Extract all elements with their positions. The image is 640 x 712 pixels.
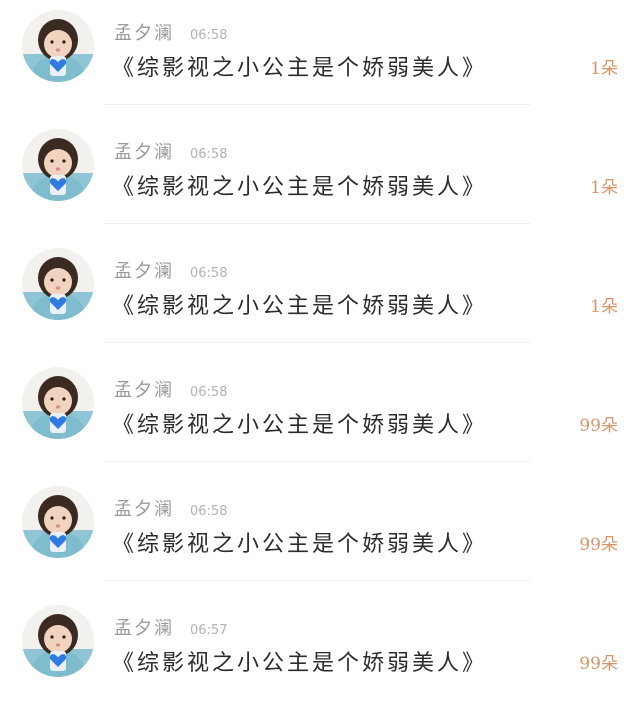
divider: [104, 223, 530, 224]
avatar[interactable]: [22, 248, 94, 320]
message-meta: 孟夕澜 06:58: [114, 257, 228, 283]
sender-name[interactable]: 孟夕澜: [114, 138, 174, 164]
avatar[interactable]: [22, 10, 94, 82]
avatar-girl-holding-heart-icon: [22, 129, 94, 201]
sender-name[interactable]: 孟夕澜: [114, 495, 174, 521]
message-list: 孟夕澜 06:58 《综影视之小公主是个娇弱美人》 1朵 孟夕澜 06:58 《…: [0, 0, 640, 712]
divider: [104, 461, 530, 462]
message-meta: 孟夕澜 06:58: [114, 138, 228, 164]
message-time: 06:58: [190, 28, 228, 43]
gift-count: 99朵: [579, 535, 618, 555]
message-meta: 孟夕澜 06:58: [114, 495, 228, 521]
message-time: 06:58: [190, 147, 228, 162]
message-time: 06:58: [190, 385, 228, 400]
message-row[interactable]: 孟夕澜 06:57 《综影视之小公主是个娇弱美人》 99朵: [0, 595, 640, 712]
avatar[interactable]: [22, 129, 94, 201]
sender-name[interactable]: 孟夕澜: [114, 614, 174, 640]
avatar[interactable]: [22, 605, 94, 677]
gift-count: 99朵: [579, 416, 618, 436]
message-meta: 孟夕澜 06:58: [114, 376, 228, 402]
message-time: 06:58: [190, 266, 228, 281]
message-time: 06:58: [190, 504, 228, 519]
message-row[interactable]: 孟夕澜 06:58 《综影视之小公主是个娇弱美人》 1朵: [0, 119, 640, 238]
gift-count: 1朵: [590, 297, 618, 317]
message-time: 06:57: [190, 623, 228, 638]
avatar-girl-holding-heart-icon: [22, 248, 94, 320]
message-row[interactable]: 孟夕澜 06:58 《综影视之小公主是个娇弱美人》 99朵: [0, 476, 640, 595]
message-text: 《综影视之小公主是个娇弱美人》: [112, 175, 488, 200]
message-row[interactable]: 孟夕澜 06:58 《综影视之小公主是个娇弱美人》 99朵: [0, 357, 640, 476]
sender-name[interactable]: 孟夕澜: [114, 19, 174, 45]
message-row[interactable]: 孟夕澜 06:58 《综影视之小公主是个娇弱美人》 1朵: [0, 0, 640, 119]
message-text: 《综影视之小公主是个娇弱美人》: [112, 413, 488, 438]
gift-count: 99朵: [579, 654, 618, 674]
avatar[interactable]: [22, 486, 94, 558]
divider: [104, 342, 530, 343]
avatar-girl-holding-heart-icon: [22, 486, 94, 558]
divider: [104, 104, 530, 105]
avatar[interactable]: [22, 367, 94, 439]
sender-name[interactable]: 孟夕澜: [114, 257, 174, 283]
avatar-girl-holding-heart-icon: [22, 10, 94, 82]
message-text: 《综影视之小公主是个娇弱美人》: [112, 294, 488, 319]
sender-name[interactable]: 孟夕澜: [114, 376, 174, 402]
divider: [104, 580, 530, 581]
message-meta: 孟夕澜 06:58: [114, 19, 228, 45]
gift-count: 1朵: [590, 59, 618, 79]
avatar-girl-holding-heart-icon: [22, 605, 94, 677]
gift-count: 1朵: [590, 178, 618, 198]
message-text: 《综影视之小公主是个娇弱美人》: [112, 532, 488, 557]
message-text: 《综影视之小公主是个娇弱美人》: [112, 56, 488, 81]
message-meta: 孟夕澜 06:57: [114, 614, 228, 640]
avatar-girl-holding-heart-icon: [22, 367, 94, 439]
message-text: 《综影视之小公主是个娇弱美人》: [112, 651, 488, 676]
message-row[interactable]: 孟夕澜 06:58 《综影视之小公主是个娇弱美人》 1朵: [0, 238, 640, 357]
